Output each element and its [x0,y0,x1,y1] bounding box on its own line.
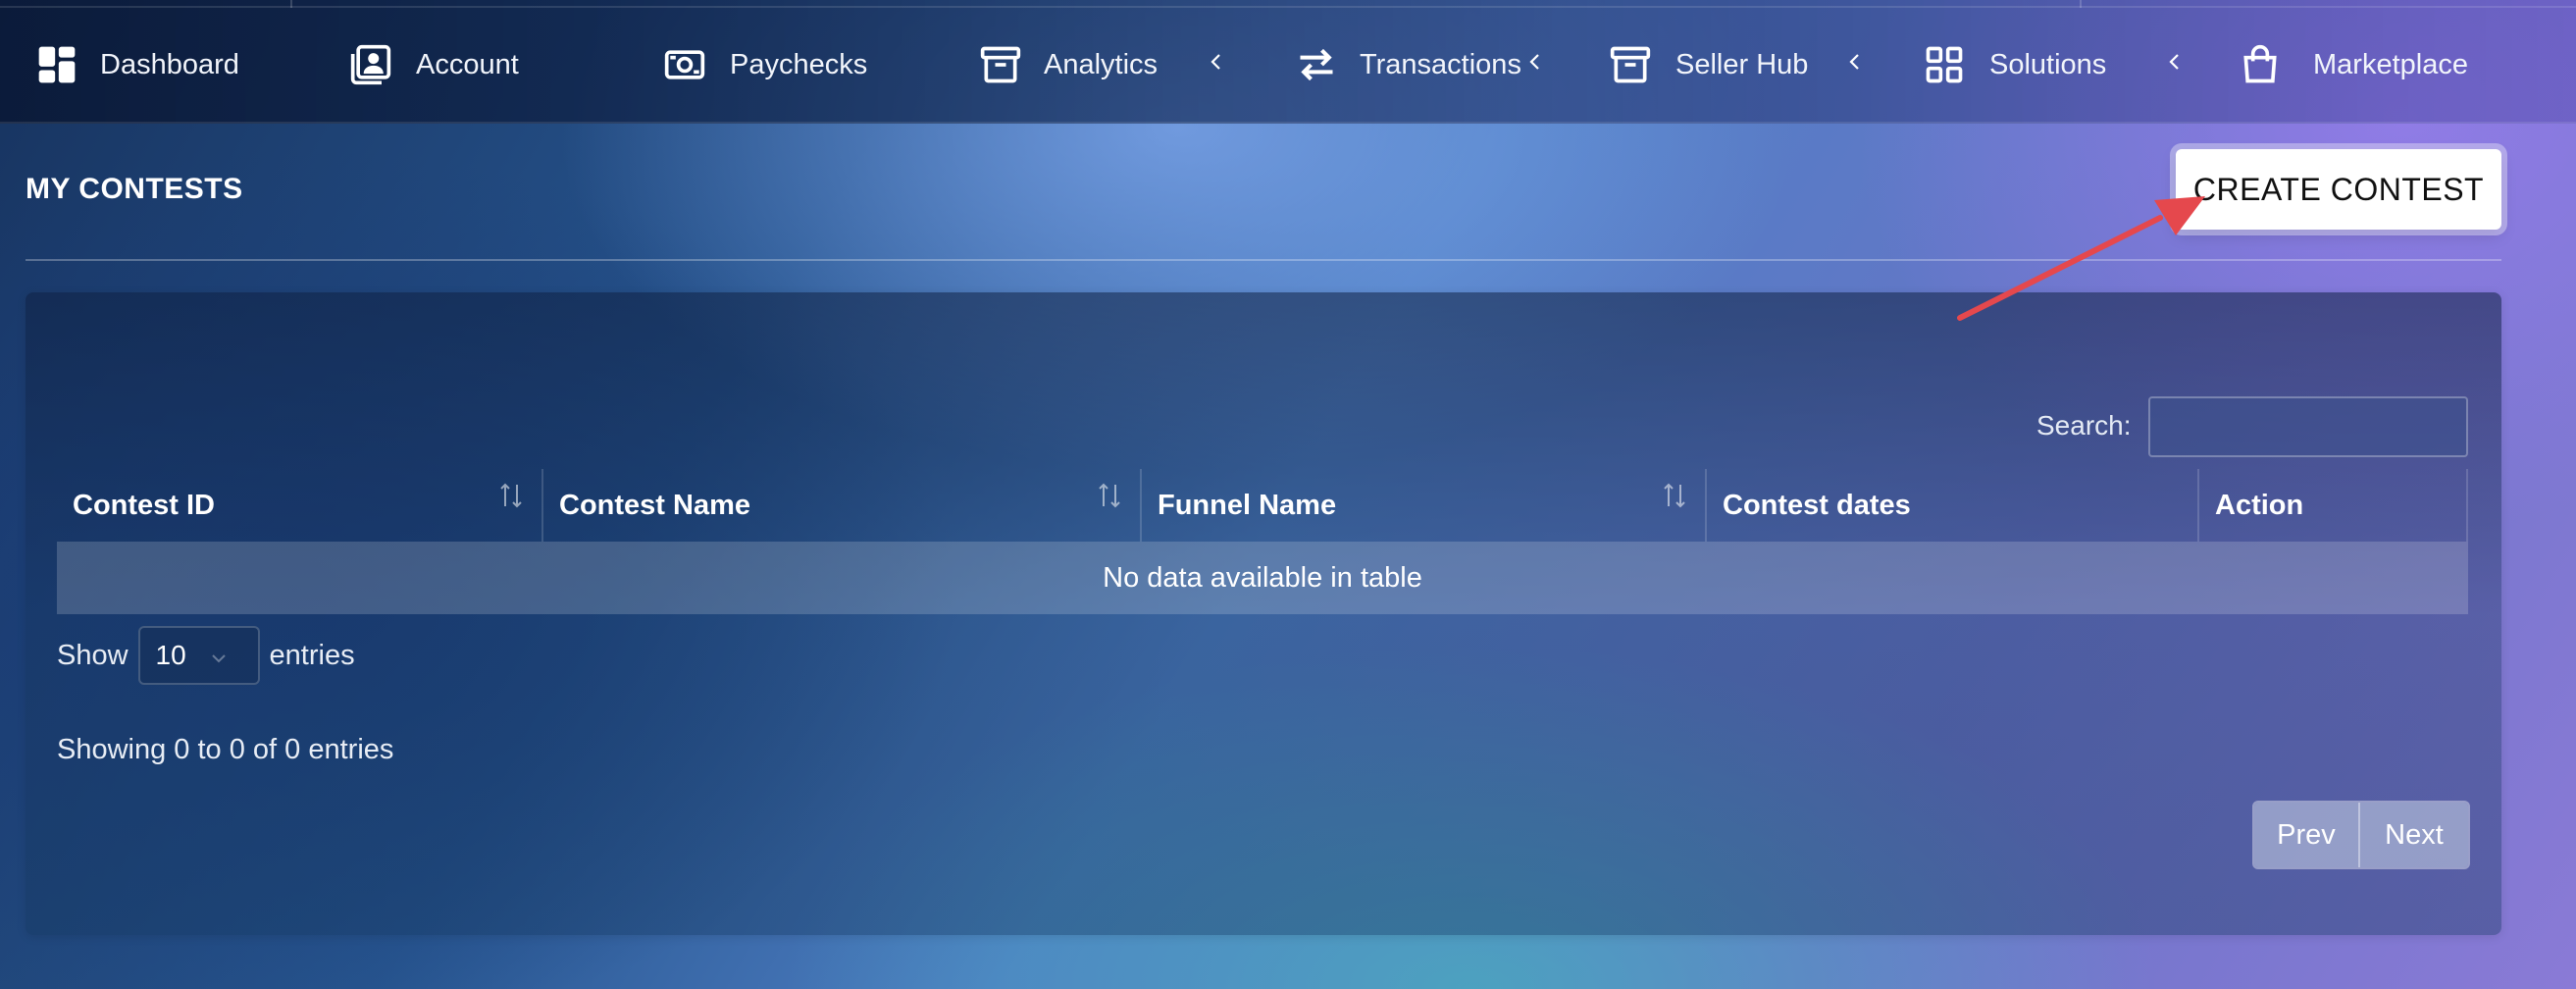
column-header-label: Contest ID [73,489,215,521]
chevron-left-icon[interactable] [1523,48,1547,81]
top-edge-line [0,0,2576,8]
page-title: MY CONTESTS [26,173,243,205]
chevron-left-icon[interactable] [2163,48,2187,81]
create-contest-button[interactable]: CREATE CONTEST [2176,149,2501,230]
page-size-value: 10 [155,640,186,670]
paychecks-icon [663,43,706,86]
show-suffix-label: entries [269,639,355,671]
chevron-left-icon[interactable] [1843,48,1867,81]
top-edge-separator [290,0,292,8]
column-header-contest-name[interactable]: Contest Name [543,469,1142,542]
nav-item-transactions[interactable]: Transactions [1295,26,1547,104]
column-header-label: Action [2215,489,2304,521]
table-info-text: Showing 0 to 0 of 0 entries [57,734,394,765]
nav-item-label: Solutions [1989,48,2107,80]
sort-icon [1662,481,1687,510]
transfer-icon [1295,43,1338,86]
prev-page-button[interactable]: Prev [2254,803,2360,867]
nav-item-solutions[interactable]: Solutions [1923,26,2187,104]
shopping-bag-icon [2239,43,2282,86]
top-edge-separator [2080,0,2082,8]
store-icon [1609,43,1652,86]
nav-item-label: Dashboard [100,48,239,80]
nav-item-label: Paychecks [730,48,868,80]
table-header-row: Contest ID Contest Name Funnel Name Cont… [57,469,2468,542]
column-header-funnel-name[interactable]: Funnel Name [1142,469,1707,542]
archive-icon [979,43,1022,86]
search-input[interactable] [2148,396,2468,457]
chevron-down-icon [207,646,231,669]
nav-item-marketplace[interactable]: Marketplace [2239,26,2468,104]
nav-item-account[interactable]: Account [349,26,519,104]
sort-icon [498,481,524,510]
nav-item-label: Analytics [1044,48,1159,80]
empty-table-row: No data available in table [57,542,2468,614]
column-header-label: Contest dates [1723,489,1911,521]
sort-icon [1097,481,1122,510]
nav-item-seller-hub[interactable]: Seller Hub [1609,26,1867,104]
column-header-action[interactable]: Action [2199,469,2468,542]
column-header-contest-dates[interactable]: Contest dates [1707,469,2199,542]
top-navigation-bar: Dashboard Account Paychecks Analytics Tr… [0,0,2576,124]
nav-item-label: Marketplace [2313,48,2468,80]
dashboard-icon [35,43,78,86]
nav-item-label: Account [416,48,519,80]
search-label: Search: [2036,410,2132,441]
next-page-button[interactable]: Next [2360,803,2468,867]
page-size-select[interactable]: 10 [137,626,260,685]
column-header-contest-id[interactable]: Contest ID [57,469,543,542]
column-header-label: Contest Name [559,489,750,521]
nav-item-dashboard[interactable]: Dashboard [35,26,239,104]
nav-item-analytics[interactable]: Analytics [979,26,1228,104]
show-prefix-label: Show [57,639,129,671]
nav-item-label: Transactions [1360,48,1521,80]
nav-item-paychecks[interactable]: Paychecks [663,26,867,104]
chevron-left-icon[interactable] [1205,48,1228,81]
contests-table: Contest ID Contest Name Funnel Name Cont… [57,469,2468,614]
account-icon [349,43,392,86]
page-size-control: Show 10 entries [57,626,355,685]
header-divider [26,259,2501,261]
column-header-label: Funnel Name [1158,489,1337,521]
pagination: Prev Next [2252,801,2470,869]
nav-item-label: Seller Hub [1675,48,1809,80]
grid-icon [1923,43,1966,86]
